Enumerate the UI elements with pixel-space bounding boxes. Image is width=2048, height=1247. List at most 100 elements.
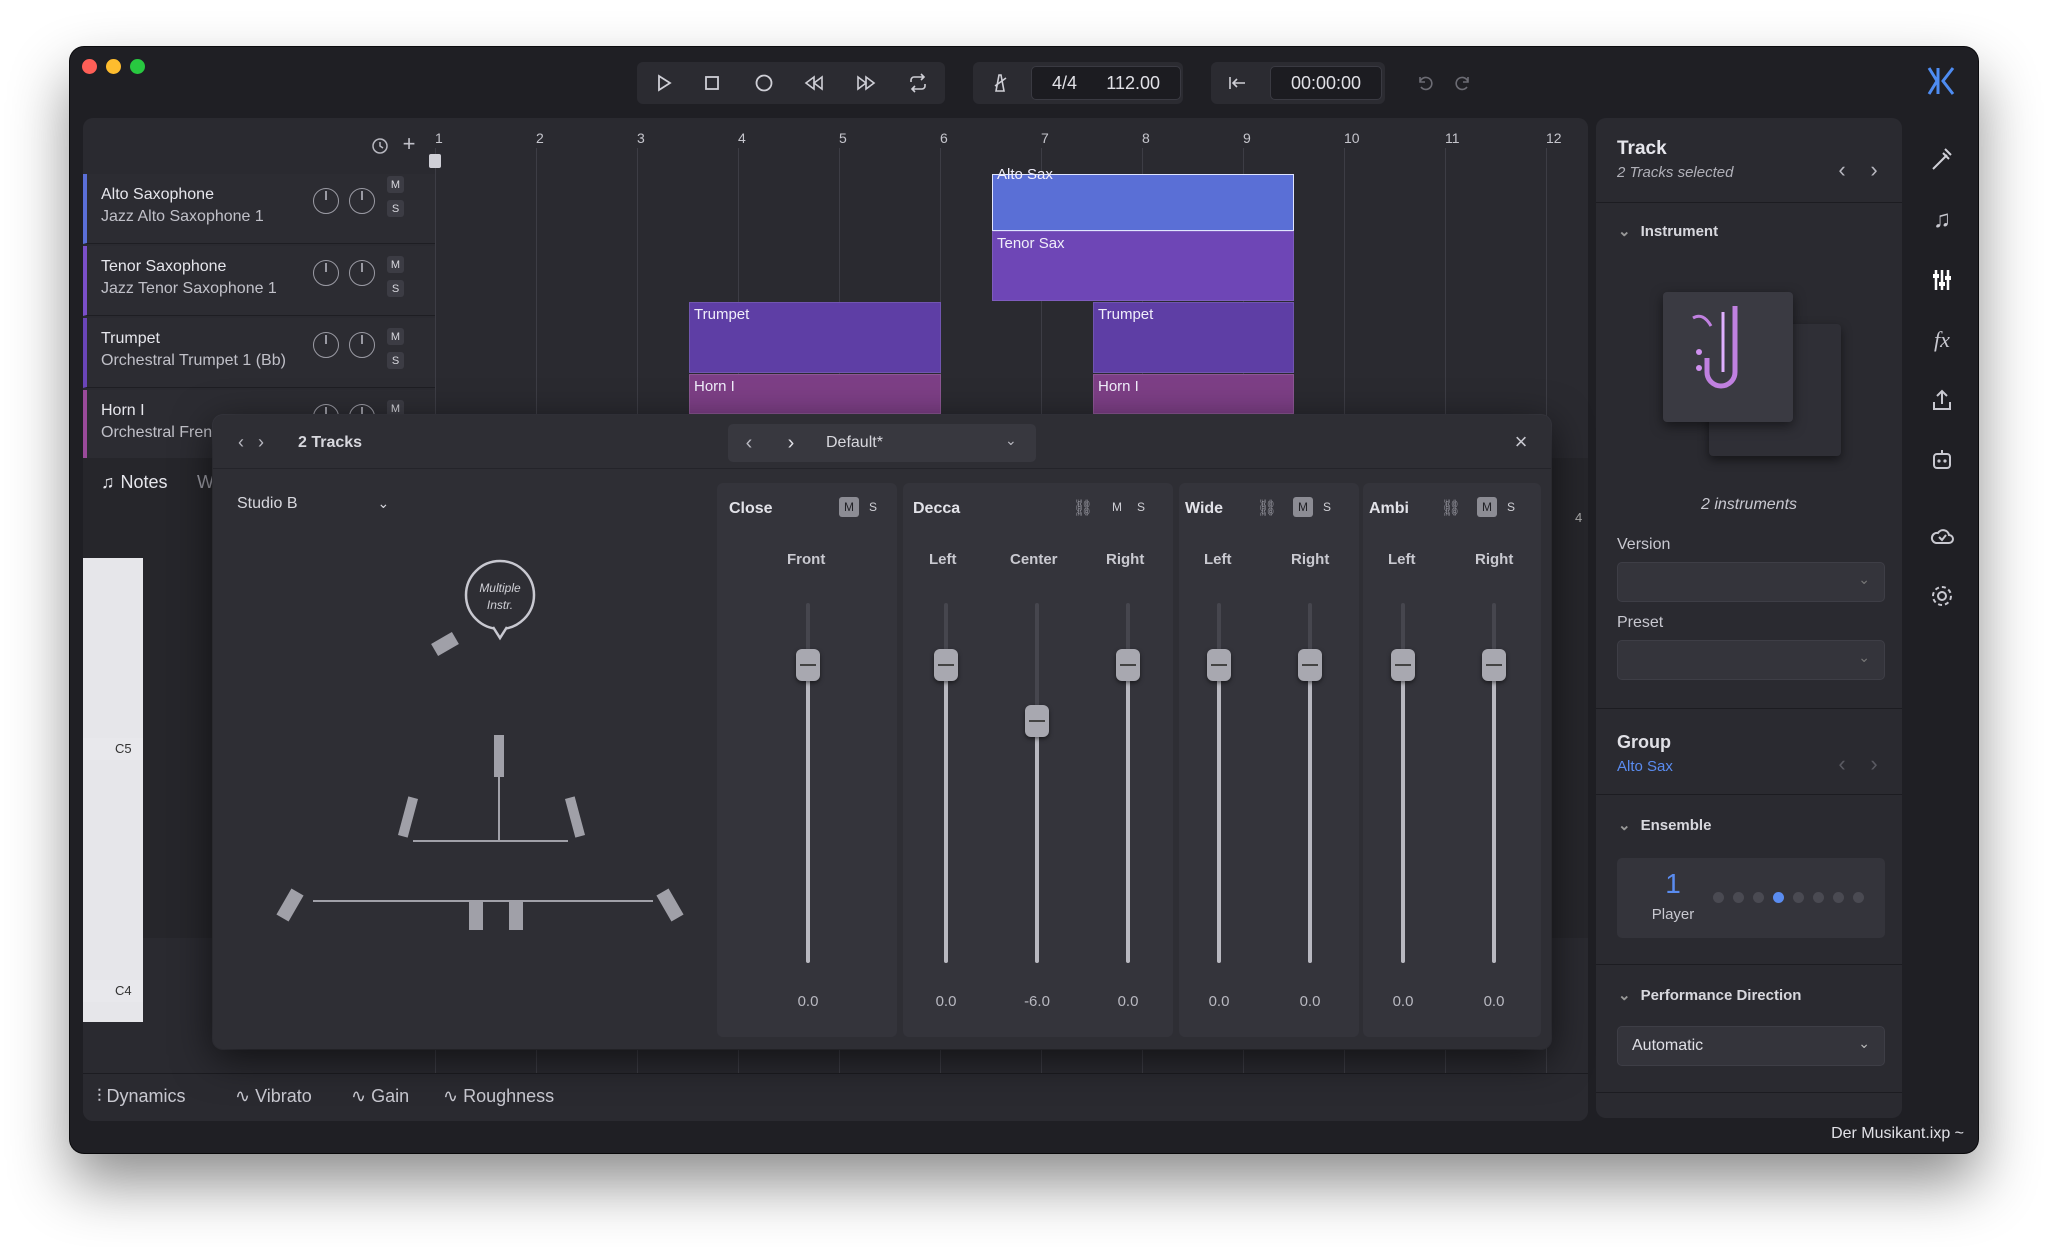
performance-section-header[interactable]: ⌄ Performance Direction (1618, 986, 1801, 1004)
chevron-down-icon[interactable]: ⌄ (1005, 432, 1017, 449)
fader-thumb[interactable] (1025, 705, 1049, 737)
ambi-right-mic[interactable] (509, 900, 523, 930)
fader-value[interactable]: 0.0 (1189, 993, 1249, 1010)
mute-button[interactable]: M (387, 256, 404, 273)
fader-ambi-left[interactable] (1391, 603, 1415, 963)
sidebar-robot-button[interactable] (1906, 440, 1978, 480)
prev-preset-button[interactable]: ‹ (739, 432, 759, 454)
tab-vibrato[interactable]: ∿ Vibrato (235, 1086, 312, 1107)
fader-thumb[interactable] (1116, 649, 1140, 681)
close-mute-button[interactable]: M (839, 497, 859, 517)
fader-thumb[interactable] (796, 649, 820, 681)
sidebar-cloud-button[interactable] (1906, 516, 1978, 556)
next-preset-button[interactable]: › (781, 432, 801, 454)
wide-mute-button[interactable]: M (1293, 497, 1313, 517)
ensemble-section-header[interactable]: ⌄ Ensemble (1618, 816, 1711, 834)
sidebar-mixer-button[interactable] (1906, 260, 1978, 300)
tempo-value[interactable]: 112.00 (1106, 73, 1160, 94)
add-track-button[interactable]: + (399, 131, 419, 156)
fader-wide-left[interactable] (1207, 603, 1231, 963)
wide-right-mic[interactable] (656, 888, 684, 922)
next-track-button[interactable]: › (253, 432, 269, 452)
version-dropdown[interactable]: ⌄ (1617, 562, 1885, 602)
player-dots[interactable] (1713, 892, 1864, 903)
next-track-button[interactable]: › (1866, 157, 1882, 182)
region-tenor-sax[interactable]: Tenor Sax (992, 231, 1294, 301)
time-signature[interactable]: 4/4 (1052, 73, 1077, 94)
performance-dropdown[interactable]: Automatic ⌄ (1617, 1026, 1885, 1066)
solo-button[interactable]: S (387, 200, 404, 217)
tab-w[interactable]: W (197, 472, 214, 493)
return-to-start-button[interactable] (1214, 62, 1262, 104)
fader-thumb[interactable] (934, 649, 958, 681)
volume-knob[interactable] (313, 188, 339, 214)
metronome-button[interactable] (976, 62, 1024, 104)
track-header[interactable]: Trumpet Orchestral Trumpet 1 (Bb) M S (83, 318, 435, 388)
fader-value[interactable]: 0.0 (1373, 993, 1433, 1010)
fader-value[interactable]: 0.0 (1464, 993, 1524, 1010)
region-trumpet[interactable]: Trumpet (689, 302, 941, 373)
pan-knob[interactable] (349, 332, 375, 358)
sidebar-edit-button[interactable] (1906, 140, 1978, 180)
volume-knob[interactable] (313, 332, 339, 358)
minimize-window-button[interactable] (106, 59, 121, 74)
sidebar-settings-button[interactable] (1906, 576, 1978, 616)
decca-right-mic[interactable] (564, 796, 586, 838)
track-header[interactable]: Tenor Saxophone Jazz Tenor Saxophone 1 M… (83, 246, 435, 316)
preset-name[interactable]: Default* (826, 434, 883, 452)
prev-track-button[interactable]: ‹ (1834, 157, 1850, 182)
room-selector[interactable]: Studio B ⌄ (237, 495, 389, 513)
instrument-section-header[interactable]: ⌄ Instrument (1618, 222, 1718, 240)
preset-dropdown[interactable]: ⌄ (1617, 640, 1885, 680)
prev-track-button[interactable]: ‹ (233, 432, 249, 452)
link-icon[interactable]: ⛓ (1073, 499, 1093, 517)
wide-solo-button[interactable]: S (1317, 497, 1337, 517)
decca-left-mic[interactable] (397, 796, 419, 838)
redo-button[interactable] (1450, 70, 1476, 96)
pan-knob[interactable] (349, 260, 375, 286)
region-trumpet[interactable]: Trumpet (1093, 302, 1294, 373)
play-button[interactable] (640, 62, 688, 104)
fader-value[interactable]: -6.0 (1007, 993, 1067, 1010)
tempo-track-button[interactable] (370, 136, 390, 156)
fader-thumb[interactable] (1391, 649, 1415, 681)
fader-value[interactable]: 0.0 (916, 993, 976, 1010)
piano-keyboard[interactable] (83, 558, 143, 1022)
ensemble-selector[interactable]: 1 Player (1617, 858, 1885, 938)
decca-center-mic[interactable] (494, 735, 504, 777)
next-group-button[interactable]: › (1866, 751, 1882, 776)
sidebar-fx-button[interactable]: fx (1906, 320, 1978, 360)
fader-value[interactable]: 0.0 (778, 993, 838, 1010)
fader-wide-right[interactable] (1298, 603, 1322, 963)
fader-decca-center[interactable] (1025, 603, 1049, 963)
fast-forward-button[interactable] (842, 62, 890, 104)
fader-thumb[interactable] (1482, 649, 1506, 681)
mute-button[interactable]: M (387, 328, 404, 345)
decca-solo-button[interactable]: S (1131, 497, 1151, 517)
sidebar-notes-button[interactable]: ♫ (1906, 200, 1978, 240)
playhead[interactable] (429, 154, 441, 168)
instrument-card[interactable] (1663, 292, 1793, 422)
fader-value[interactable]: 0.0 (1098, 993, 1158, 1010)
region-horn[interactable]: Horn I (1093, 374, 1294, 414)
sidebar-export-button[interactable] (1906, 380, 1978, 420)
mute-button[interactable]: M (387, 176, 404, 193)
zoom-window-button[interactable] (130, 59, 145, 74)
signature-tempo-field[interactable]: 4/4 112.00 (1031, 66, 1181, 100)
document-filename[interactable]: Der Musikant.ixp ~ (1831, 1125, 1964, 1143)
solo-button[interactable]: S (387, 280, 404, 297)
close-window-button[interactable] (82, 59, 97, 74)
fader-thumb[interactable] (1298, 649, 1322, 681)
region-alto-sax[interactable]: Alto Sax (992, 166, 1294, 231)
wide-left-mic[interactable] (276, 888, 304, 922)
solo-button[interactable]: S (387, 352, 404, 369)
loop-button[interactable] (894, 62, 942, 104)
close-dialog-button[interactable]: × (1510, 429, 1532, 454)
fader-decca-right[interactable] (1116, 603, 1140, 963)
region-horn[interactable]: Horn I (689, 374, 941, 414)
instrument-bubble[interactable] (464, 559, 536, 631)
decca-mute-button[interactable]: M (1107, 497, 1127, 517)
close-mic[interactable] (431, 631, 459, 657)
close-solo-button[interactable]: S (863, 497, 883, 517)
link-icon[interactable]: ⛓ (1257, 499, 1277, 517)
